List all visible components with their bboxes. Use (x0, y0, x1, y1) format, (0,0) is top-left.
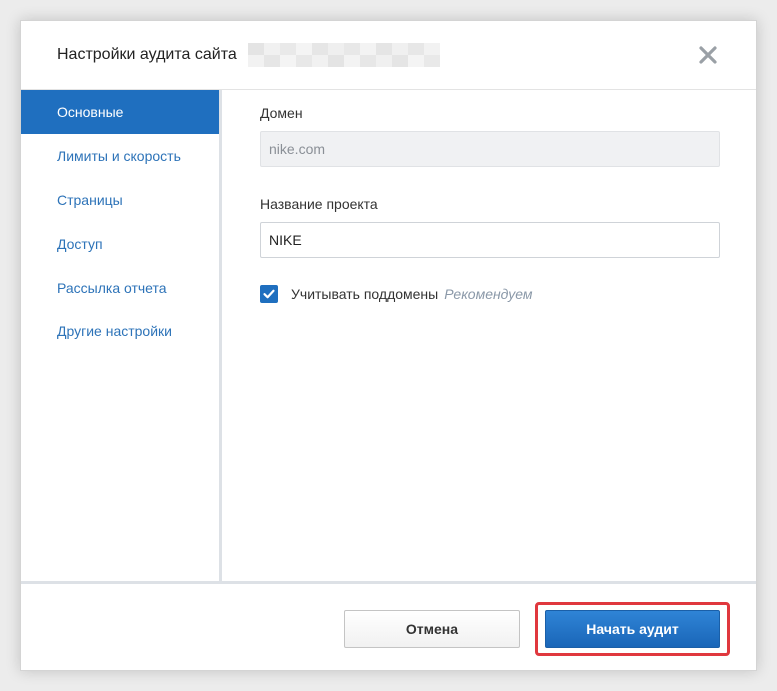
project-name-label: Название проекта (260, 196, 378, 212)
cancel-button[interactable]: Отмена (344, 610, 520, 648)
settings-content: Домен Название проекта Учитывать поддоме… (225, 90, 756, 581)
start-audit-highlight: Начать аудит (535, 602, 730, 656)
sidebar-item-pages[interactable]: Страницы (21, 178, 219, 222)
sidebar-item-basic[interactable]: Основные (21, 90, 219, 134)
sidebar-item-access[interactable]: Доступ (21, 222, 219, 266)
redacted-site-name (248, 43, 440, 67)
sidebar-item-report-mailing[interactable]: Рассылка отчета (21, 266, 219, 310)
subdomains-label: Учитывать поддомены (291, 286, 439, 302)
dialog-header: Настройки аудита сайта (21, 21, 756, 90)
domain-input (260, 131, 720, 167)
dialog-footer: Отмена Начать аудит (21, 581, 756, 670)
checkmark-icon (263, 289, 275, 299)
close-button[interactable] (696, 43, 720, 67)
close-icon (699, 46, 717, 64)
subdomains-hint: Рекомендуем (444, 286, 533, 302)
project-name-input[interactable] (260, 222, 720, 258)
subdomains-checkbox[interactable] (260, 285, 278, 303)
start-audit-button[interactable]: Начать аудит (545, 610, 720, 648)
subdomains-row: Учитывать поддомены Рекомендуем (260, 284, 533, 304)
audit-settings-dialog: Настройки аудита сайта Основные Лимиты и… (20, 20, 757, 671)
sidebar-item-other-settings[interactable]: Другие настройки (21, 309, 219, 353)
domain-label: Домен (260, 105, 303, 121)
dialog-title: Настройки аудита сайта (57, 46, 237, 63)
sidebar-item-limits-speed[interactable]: Лимиты и скорость (21, 134, 219, 178)
settings-sidebar: Основные Лимиты и скорость Страницы Дост… (21, 90, 222, 581)
